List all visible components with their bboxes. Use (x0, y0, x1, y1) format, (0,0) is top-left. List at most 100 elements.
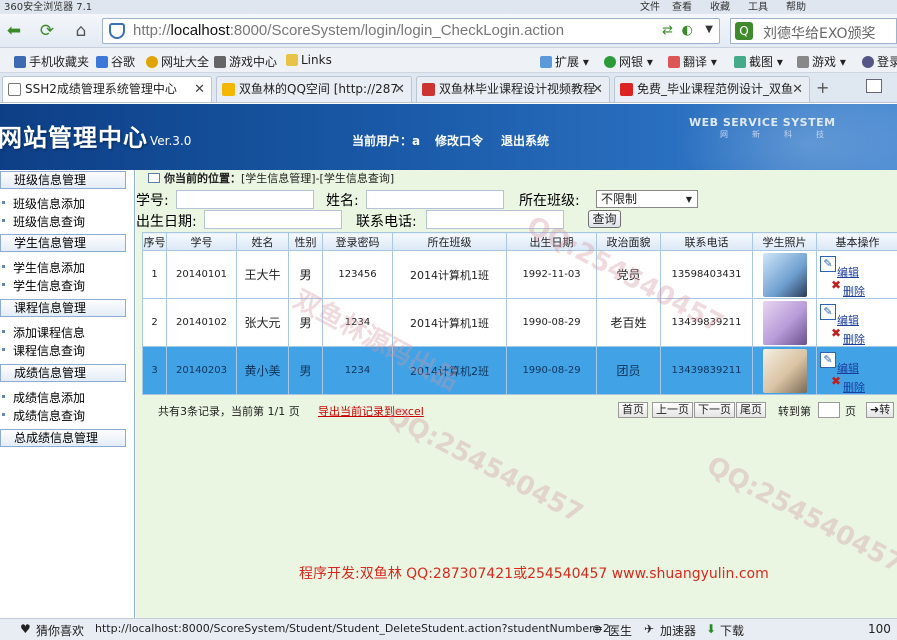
toolbar-bank[interactable]: 网银 ▾ (604, 53, 653, 70)
cell: 13439839211 (660, 346, 753, 395)
delete-link[interactable]: 删除 (843, 379, 865, 395)
cell: 13598403431 (660, 250, 753, 299)
sidebar-item-class-query[interactable]: 班级信息查询 (1, 213, 85, 230)
back-icon[interactable]: ⬅ (3, 20, 25, 42)
page-number-input[interactable] (818, 402, 840, 418)
delete-icon[interactable]: ✖ (831, 374, 841, 388)
doctor-link[interactable]: 医生 (608, 622, 632, 639)
delete-link[interactable]: 删除 (843, 283, 865, 299)
shield-icon (109, 23, 125, 39)
accelerator-link[interactable]: 加速器 (660, 622, 696, 639)
bookmark-sites[interactable]: 网址大全 (146, 53, 209, 70)
download-link[interactable]: 下载 (720, 622, 744, 639)
menu-view[interactable]: 查看 (672, 0, 692, 13)
student-no-input[interactable] (176, 190, 314, 209)
new-tab-icon[interactable]: + (816, 78, 829, 97)
sidebar-item-course-add[interactable]: 添加课程信息 (1, 324, 85, 341)
delete-icon[interactable]: ✖ (831, 278, 841, 292)
bookmark-links[interactable]: Links (286, 53, 332, 67)
chevron-down-icon[interactable]: ▼ (705, 24, 713, 35)
goto-button[interactable]: ➜转 (866, 402, 895, 418)
footer-credit: 程序开发:双鱼林 QQ:287307421或254540457 www.shua… (299, 566, 769, 582)
birth-input[interactable] (204, 210, 342, 229)
sidebar-group-score[interactable]: 成绩信息管理 (0, 364, 126, 382)
menu-favorites[interactable]: 收藏 (710, 0, 730, 13)
name-input[interactable] (366, 190, 504, 209)
scissors-icon (734, 56, 746, 68)
next-page-button[interactable]: 下一页 (694, 402, 735, 418)
tabs-list-icon[interactable] (866, 79, 882, 93)
sidebar-item-course-query[interactable]: 课程信息查询 (1, 342, 85, 359)
star-icon (222, 83, 235, 96)
edit-icon[interactable]: ✎ (820, 303, 836, 320)
address-text[interactable]: http://localhost:8000/ScoreSystem/login/… (133, 22, 564, 39)
search-box[interactable]: Q 刘德华给EXO颁奖 (730, 18, 897, 44)
close-icon[interactable]: ✕ (394, 77, 405, 102)
recommend-link[interactable]: 猜你喜欢 (36, 622, 84, 639)
page-icon (8, 83, 21, 96)
tab-qq-space[interactable]: 双鱼林的QQ空间 [http://287 ✕ (216, 76, 412, 102)
menu-help[interactable]: 帮助 (786, 0, 806, 13)
cell: 1 (142, 250, 167, 299)
page-action-icon[interactable]: ⇄ (662, 23, 673, 38)
sidebar-group-course[interactable]: 课程信息管理 (0, 299, 126, 317)
doctor-icon[interactable]: ⊕ (592, 622, 602, 636)
heart-icon[interactable]: ♥ (20, 622, 31, 636)
toolbar-login[interactable]: 登录 (862, 53, 897, 70)
sidebar-group-total-score[interactable]: 总成绩信息管理 (0, 429, 126, 447)
toolbar-extensions[interactable]: 扩展 ▾ (540, 53, 589, 70)
student-no-label: 学号: (136, 193, 169, 209)
sidebar-item-class-add[interactable]: 班级信息添加 (1, 195, 85, 212)
bookmark-mobile[interactable]: 手机收藏夹 (14, 53, 89, 70)
col-header: 出生日期 (506, 232, 597, 251)
toolbar-screenshot[interactable]: 截图 ▾ (734, 53, 783, 70)
sidebar-group-student[interactable]: 学生信息管理 (0, 234, 126, 252)
address-bar[interactable]: http://localhost:8000/ScoreSystem/login/… (102, 18, 720, 44)
delete-icon[interactable]: ✖ (831, 326, 841, 340)
cell: 20140102 (166, 298, 237, 347)
sidebar-item-student-add[interactable]: 学生信息添加 (1, 259, 85, 276)
first-page-button[interactable]: 首页 (618, 402, 648, 418)
query-button[interactable]: 查询 (588, 210, 621, 228)
close-icon[interactable]: ✕ (592, 77, 603, 102)
home-icon[interactable]: ⌂ (70, 20, 92, 42)
table-row-selected[interactable]: 3 20140203 黄小美 男 1234 2014计算机2班 1990-08-… (142, 346, 897, 395)
prev-page-button[interactable]: 上一页 (652, 402, 693, 418)
close-icon[interactable]: ✕ (194, 77, 205, 102)
edit-icon[interactable]: ✎ (820, 351, 836, 368)
edit-icon[interactable]: ✎ (820, 255, 836, 272)
accelerator-icon[interactable]: ✈ (644, 622, 654, 636)
zoom-level[interactable]: 100 (868, 622, 891, 636)
table-row[interactable]: 2 20140102 张大元 男 1234 2014计算机1班 1990-08-… (142, 298, 897, 347)
sidebar-item-score-query[interactable]: 成绩信息查询 (1, 407, 85, 424)
change-password-link[interactable]: 修改口令 (435, 132, 483, 149)
cell: 张大元 (236, 298, 289, 347)
phone-input[interactable] (426, 210, 564, 229)
class-select[interactable]: 不限制 (596, 190, 698, 208)
download-icon[interactable]: ⬇ (706, 622, 716, 636)
bookmark-google[interactable]: 谷歌 (96, 53, 135, 70)
tab-ssh2[interactable]: SSH2成绩管理系统管理中心 ✕ (2, 76, 212, 102)
sidebar-item-student-query[interactable]: 学生信息查询 (1, 277, 85, 294)
bookmark-games[interactable]: 游戏中心 (214, 53, 277, 70)
refresh-icon[interactable]: ⟳ (36, 20, 58, 42)
toolbar-games[interactable]: 游戏 ▾ (797, 53, 846, 70)
toolbar-translate[interactable]: 翻译 ▾ (668, 53, 717, 70)
logout-link[interactable]: 退出系统 (501, 132, 549, 149)
last-page-button[interactable]: 尾页 (736, 402, 766, 418)
tab-video[interactable]: 双鱼林毕业课程设计视频教程 ✕ (416, 76, 610, 102)
table-row[interactable]: 1 20140101 王大牛 男 123456 2014计算机1班 1992-1… (142, 250, 897, 299)
search-icon[interactable]: Q (735, 22, 753, 40)
sidebar-group-class[interactable]: 班级信息管理 (0, 171, 126, 189)
menu-file[interactable]: 文件 (640, 0, 660, 13)
delete-link[interactable]: 删除 (843, 331, 865, 347)
search-input[interactable]: 刘德华给EXO颁奖 (763, 23, 876, 43)
menu-tools[interactable]: 工具 (748, 0, 768, 13)
sidebar-item-score-add[interactable]: 成绩信息添加 (1, 389, 85, 406)
tab-free-design[interactable]: 免费_毕业课程范例设计_双鱼 ✕ (614, 76, 810, 102)
cell: 20140101 (166, 250, 237, 299)
cell: 团员 (596, 346, 661, 395)
close-icon[interactable]: ✕ (792, 77, 803, 102)
export-excel-link[interactable]: 导出当前记录到excel (318, 403, 424, 419)
compat-icon[interactable]: ◐ (682, 23, 693, 38)
